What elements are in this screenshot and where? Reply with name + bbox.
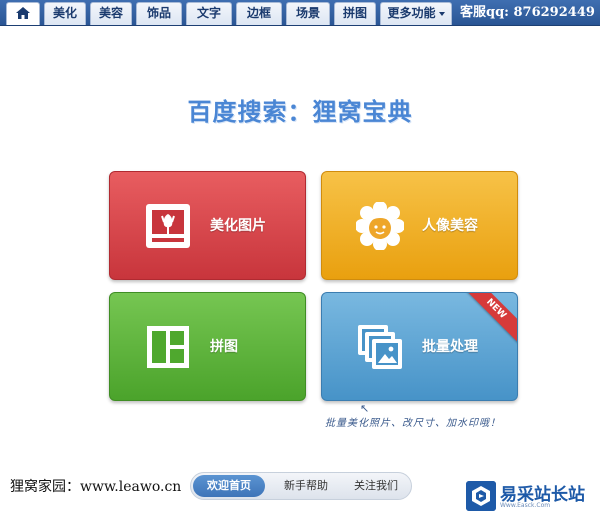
tab-label: 边框 xyxy=(246,6,271,20)
tulip-photo-icon xyxy=(146,204,190,248)
tab-beauty[interactable]: 美容 xyxy=(90,2,132,25)
tab-more-functions[interactable]: 更多功能 xyxy=(380,2,452,25)
tab-label: 拼图 xyxy=(342,6,367,20)
site-label: 狸窝家园：www.leawo.cn xyxy=(10,479,182,495)
tab-home[interactable] xyxy=(6,2,40,25)
tab-label: 饰品 xyxy=(146,6,171,20)
tab-accessories[interactable]: 饰品 xyxy=(136,2,182,25)
tab-collage[interactable]: 拼图 xyxy=(334,2,376,25)
tab-label: 场景 xyxy=(295,6,320,20)
tile-label: 人像美容 xyxy=(422,218,478,234)
headline: 百度搜索：狸窝宝典 xyxy=(187,98,413,126)
handwritten-note: 批量美化照片、改尺寸、加水印哦！ xyxy=(325,418,501,429)
nav-beginner-help[interactable]: 新手帮助 xyxy=(271,475,341,497)
watermark-logo: 易采站长站 Www.Easck.Com xyxy=(466,478,600,513)
nav-follow-us[interactable]: 关注我们 xyxy=(341,475,411,497)
customer-service-qq: 客服qq: 876292449 xyxy=(460,5,595,20)
tab-label: 更多功能 xyxy=(387,6,436,20)
tab-border[interactable]: 边框 xyxy=(236,2,282,25)
collage-button[interactable]: 拼图 xyxy=(109,292,306,401)
tab-beautify[interactable]: 美化 xyxy=(44,2,86,25)
app-window: 美化 美容 饰品 文字 边框 场景 拼图 更多功能 客服qq: 87629244… xyxy=(0,0,600,513)
tab-label: 美容 xyxy=(98,6,123,20)
home-icon xyxy=(16,7,30,19)
footer-nav: 欢迎首页 新手帮助 关注我们 xyxy=(190,472,412,500)
top-tab-bar: 美化 美容 饰品 文字 边框 场景 拼图 更多功能 客服qq: 87629244… xyxy=(0,0,600,26)
photo-stack-icon xyxy=(358,325,402,369)
batch-process-button[interactable]: 批量处理 NEW xyxy=(321,292,518,401)
tile-label: 拼图 xyxy=(210,339,238,355)
tile-label: 批量处理 xyxy=(422,339,478,355)
face-flower-icon xyxy=(356,202,404,250)
tab-label: 文字 xyxy=(196,6,221,20)
nav-welcome-home[interactable]: 欢迎首页 xyxy=(193,475,265,497)
tab-text[interactable]: 文字 xyxy=(186,2,232,25)
portrait-beauty-button[interactable]: 人像美容 xyxy=(321,171,518,280)
caret-down-icon xyxy=(438,11,445,16)
grid-layout-icon xyxy=(147,326,189,368)
watermark-subtitle: Www.Easck.Com xyxy=(500,502,551,509)
tile-label: 美化图片 xyxy=(210,218,266,234)
logo-icon xyxy=(466,481,496,511)
tab-label: 美化 xyxy=(52,6,77,20)
tab-scene[interactable]: 场景 xyxy=(286,2,330,25)
beautify-photo-button[interactable]: 美化图片 xyxy=(109,171,306,280)
